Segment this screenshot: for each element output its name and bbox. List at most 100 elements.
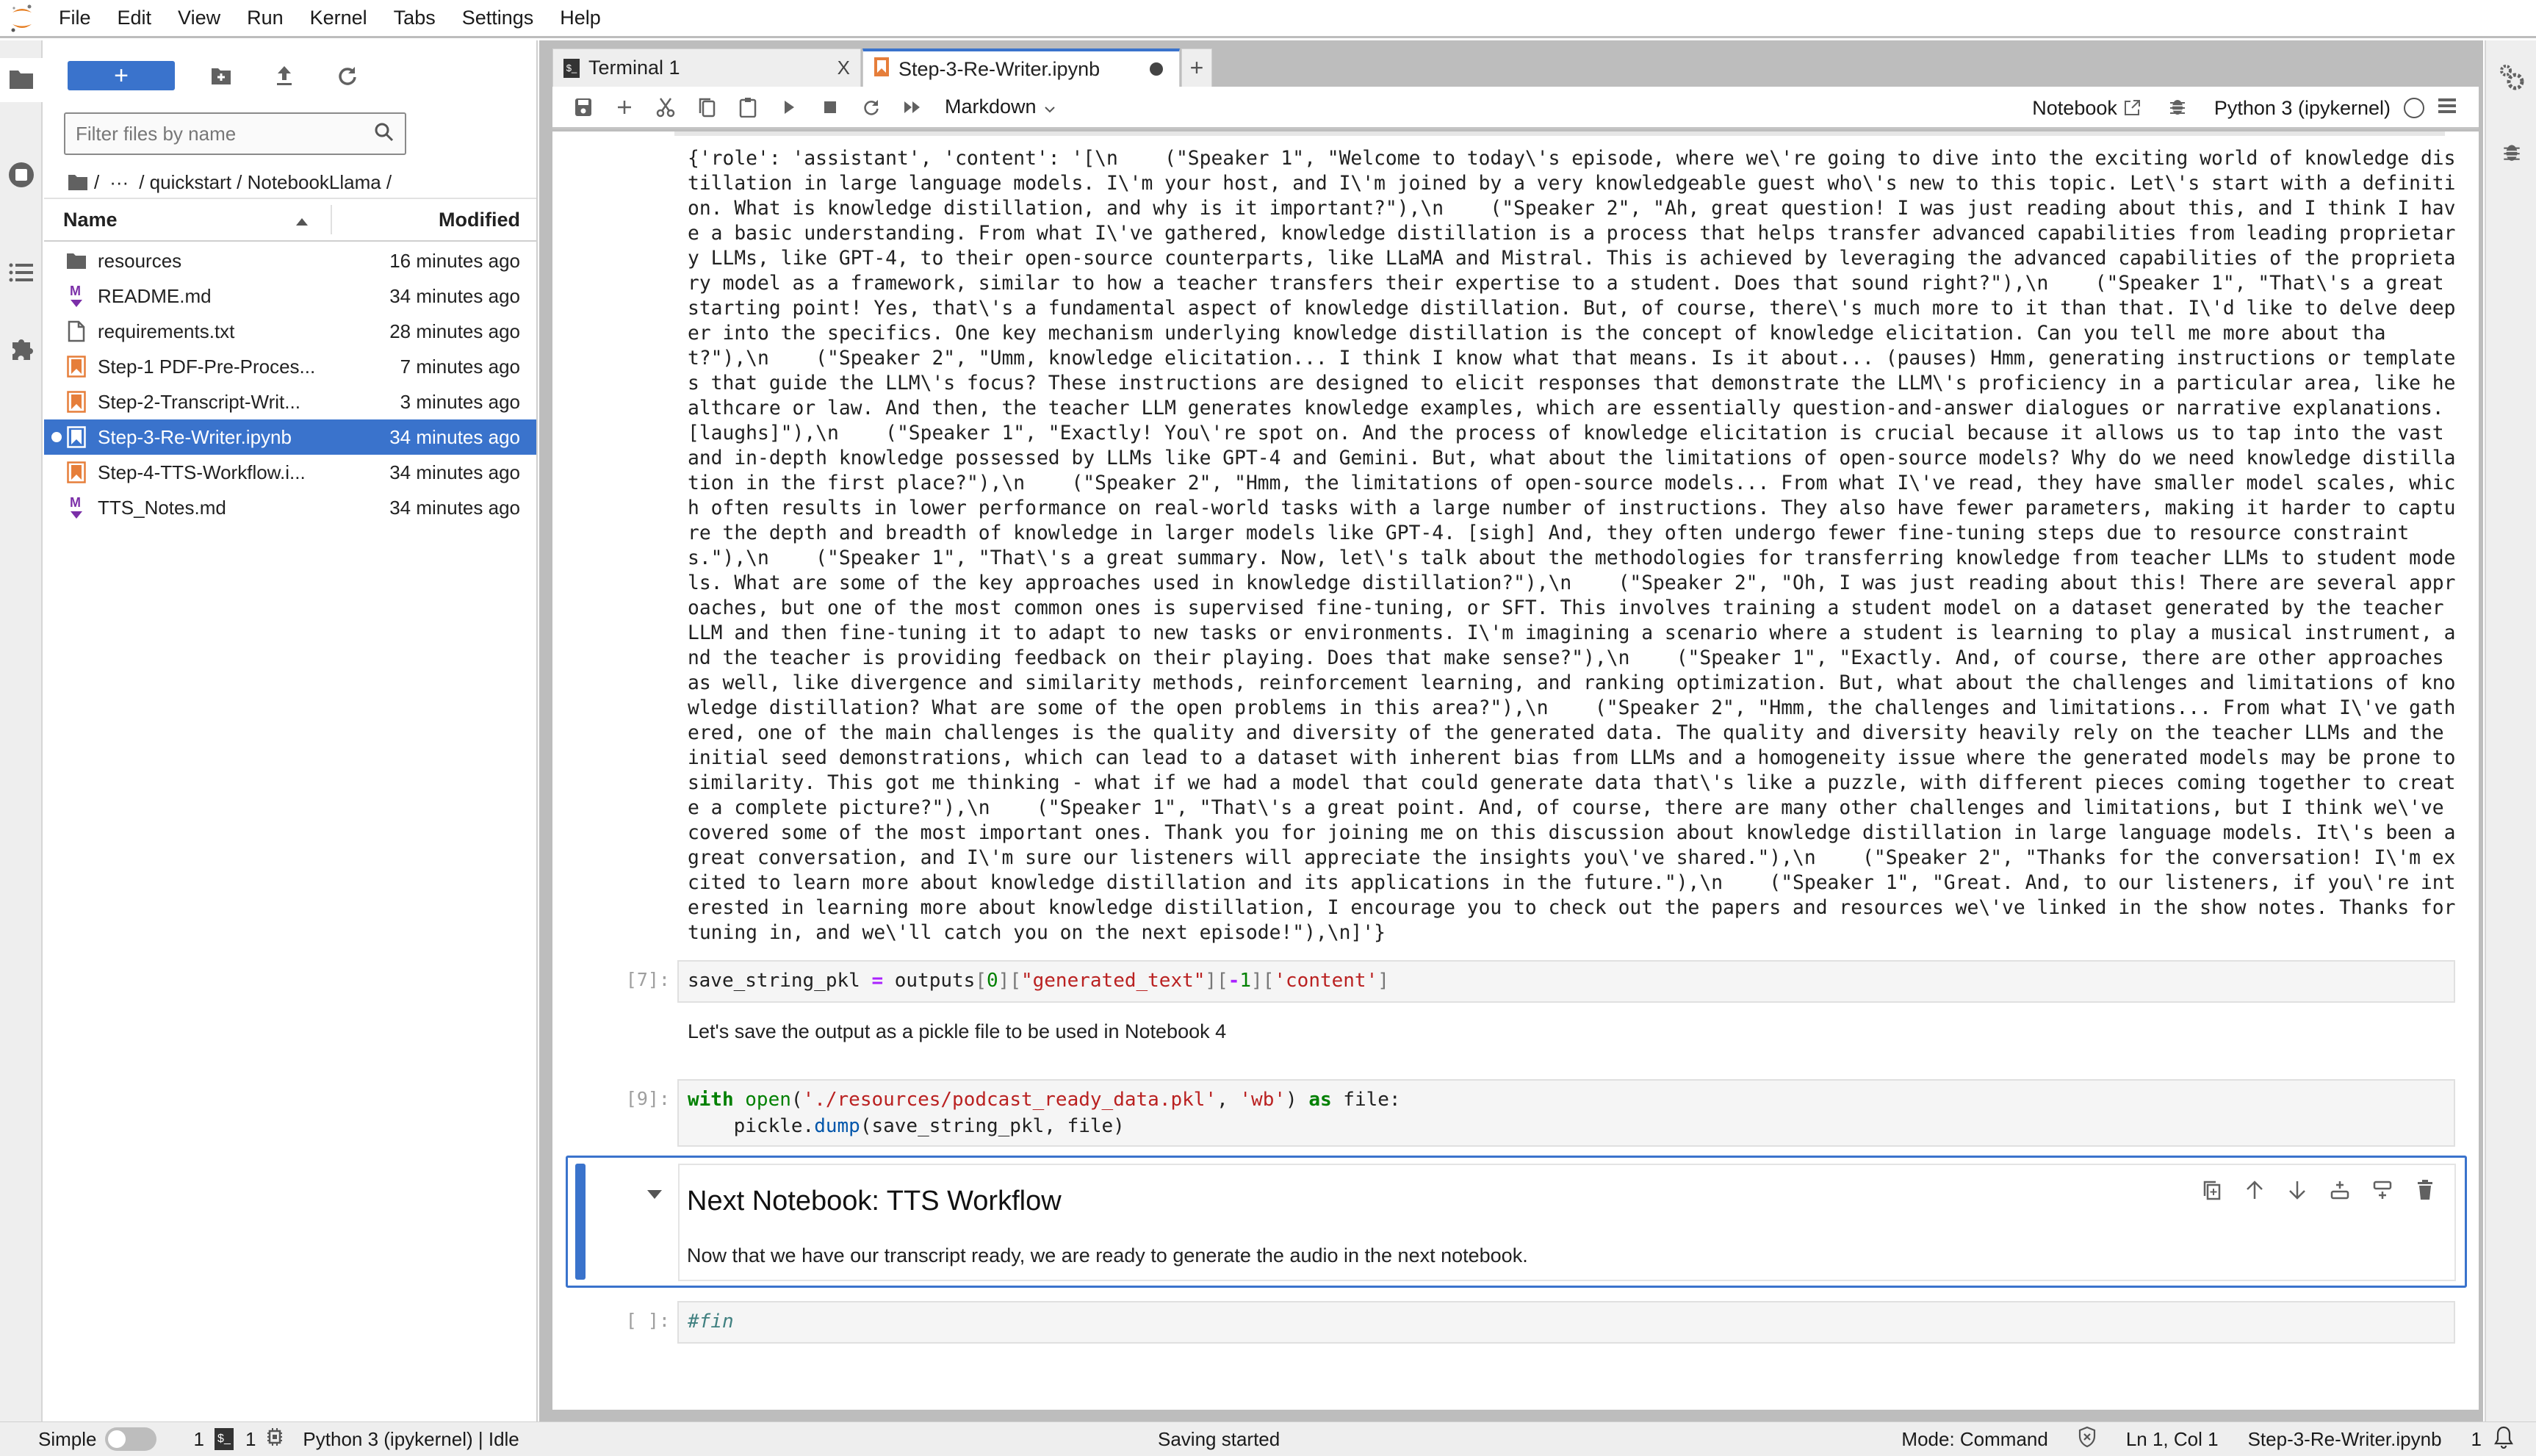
code-cell-9[interactable]: with open('./resources/podcast_ready_dat… <box>677 1079 2455 1147</box>
code-cell-fin[interactable]: #fin <box>677 1301 2455 1344</box>
file-filter-field[interactable] <box>64 112 406 155</box>
menu-view[interactable]: View <box>165 7 234 29</box>
file-row-step3[interactable]: Step-3-Re-Writer.ipynb 34 minutes ago <box>44 419 536 455</box>
breadcrumb-path[interactable]: / quickstart / NotebookLlama / <box>139 171 392 194</box>
save-button[interactable] <box>563 91 604 123</box>
notebook-icon <box>66 425 87 450</box>
running-sessions-tab[interactable] <box>4 159 38 193</box>
svg-text:M: M <box>70 495 81 510</box>
paste-icon <box>739 97 757 118</box>
menu-icon[interactable] <box>2438 97 2457 120</box>
debugger-tab[interactable] <box>2495 136 2529 170</box>
code-token: [ <box>1262 970 1275 992</box>
restart-icon <box>864 99 879 115</box>
name-column-header[interactable]: Name <box>44 205 332 234</box>
kernel-status[interactable]: Python 3 (ipykernel) | Idle <box>303 1428 519 1451</box>
duplicate-cell-button[interactable] <box>2199 1177 2225 1203</box>
move-cell-down-button[interactable] <box>2284 1177 2310 1203</box>
code-token: 'content' <box>1274 970 1378 992</box>
file-row-requirements[interactable]: requirements.txt 28 minutes ago <box>44 314 536 349</box>
cell-type-dropdown[interactable]: Markdown <box>945 95 1056 118</box>
active-markdown-cell[interactable]: Next Notebook: TTS Workflow Now that we … <box>566 1156 2467 1288</box>
fast-forward-icon <box>904 101 920 113</box>
tab-terminal-1[interactable]: $_ Terminal 1 X <box>552 48 861 87</box>
markdown-cell-pickle-note[interactable]: Let's save the output as a pickle file t… <box>688 1020 1226 1043</box>
run-cell-button[interactable] <box>768 91 810 123</box>
modified-column-header[interactable]: Modified <box>332 209 536 231</box>
file-row-step2[interactable]: Step-2-Transcript-Writ... 3 minutes ago <box>44 384 536 419</box>
folder-icon <box>66 248 87 273</box>
menu-run[interactable]: Run <box>234 7 297 29</box>
open-in-notebook-button[interactable]: Notebook <box>2032 97 2141 120</box>
terminals-count[interactable]: 1 <box>193 1428 203 1451</box>
menu-kernel[interactable]: Kernel <box>297 7 381 29</box>
insert-cell-above-button[interactable] <box>2327 1177 2353 1203</box>
refresh-button[interactable] <box>334 61 361 90</box>
kernel-name-button[interactable]: Python 3 (ipykernel) <box>2214 97 2391 120</box>
kernels-count[interactable]: 1 <box>245 1428 256 1451</box>
new-folder-button[interactable] <box>207 61 235 90</box>
status-message: Saving started <box>1158 1427 1280 1450</box>
upload-button[interactable] <box>270 61 298 90</box>
file-row-readme[interactable]: M README.md 34 minutes ago <box>44 278 536 314</box>
code-token: , <box>1217 1089 1240 1111</box>
menu-help[interactable]: Help <box>547 7 614 29</box>
code-cell-7[interactable]: save_string_pkl = outputs[0]["generated_… <box>677 960 2455 1003</box>
move-cell-up-button[interactable] <box>2241 1177 2268 1203</box>
restart-run-all-button[interactable] <box>892 91 933 123</box>
shield-x-icon[interactable] <box>2078 1426 2097 1453</box>
cut-button[interactable] <box>645 91 686 123</box>
cell-prompt-empty: [ ]: <box>625 1310 670 1331</box>
file-row-resources[interactable]: resources 16 minutes ago <box>44 243 536 278</box>
collapse-heading-icon[interactable] <box>647 1190 662 1199</box>
mode-indicator[interactable]: Mode: Command <box>1901 1428 2047 1451</box>
markdown-paragraph: Now that we have our transcript ready, w… <box>687 1244 1528 1266</box>
menu-file[interactable]: File <box>41 7 104 29</box>
menu-tabs[interactable]: Tabs <box>381 7 449 29</box>
code-token: with <box>688 1089 734 1111</box>
markdown-heading: Next Notebook: TTS Workflow <box>687 1186 1062 1217</box>
markdown-rendered-area[interactable]: Next Notebook: TTS Workflow Now that we … <box>678 1164 2456 1281</box>
sort-ascending-icon <box>295 209 309 231</box>
table-of-contents-tab[interactable] <box>4 257 38 291</box>
move-up-icon <box>2247 1181 2263 1199</box>
extensions-tab[interactable] <box>4 333 38 367</box>
new-launcher-button[interactable]: + <box>68 61 175 90</box>
unsaved-dot-icon[interactable] <box>1150 62 1163 76</box>
simple-mode-toggle[interactable] <box>105 1427 157 1451</box>
close-tab-button[interactable]: X <box>837 57 850 79</box>
insert-cell-below-button[interactable] <box>2369 1177 2396 1203</box>
breadcrumb-ellipsis[interactable]: ··· <box>109 171 129 194</box>
interrupt-kernel-button[interactable] <box>810 91 851 123</box>
menu-edit[interactable]: Edit <box>104 7 165 29</box>
new-folder-icon <box>212 68 231 84</box>
file-row-tts-notes[interactable]: M TTS_Notes.md 34 minutes ago <box>44 490 536 525</box>
status-bar: Simple 1 $_ 1 Python 3 (ipykernel) | Idl… <box>0 1421 2536 1456</box>
menu-bar: File Edit View Run Kernel Tabs Settings … <box>0 0 2536 38</box>
code-token: 'wb' <box>1239 1089 1286 1111</box>
cursor-position[interactable]: Ln 1, Col 1 <box>2126 1428 2219 1451</box>
file-row-step4[interactable]: Step-4-TTS-Workflow.i... 34 minutes ago <box>44 455 536 490</box>
file-row-step1[interactable]: Step-1 PDF-Pre-Proces... 7 minutes ago <box>44 349 536 384</box>
code-token: dump <box>814 1115 860 1137</box>
play-icon <box>785 100 794 114</box>
breadcrumb-home[interactable]: / <box>68 171 99 194</box>
tab-step3-notebook[interactable]: Step-3-Re-Writer.ipynb <box>862 48 1180 87</box>
text-file-icon <box>66 319 87 344</box>
new-tab-button[interactable]: + <box>1181 48 1212 87</box>
delete-cell-button[interactable] <box>2412 1177 2438 1203</box>
property-inspector-tab[interactable] <box>2495 62 2529 96</box>
active-cell-indicator[interactable] <box>575 1164 586 1280</box>
menu-settings[interactable]: Settings <box>449 7 547 29</box>
insert-cell-button[interactable] <box>604 91 645 123</box>
copy-button[interactable] <box>686 91 727 123</box>
restart-kernel-button[interactable] <box>851 91 892 123</box>
code-token: - <box>1228 970 1240 992</box>
file-browser-tab[interactable] <box>0 58 43 102</box>
code-token: ] <box>998 970 1010 992</box>
debugger-toggle[interactable] <box>2169 95 2186 121</box>
bell-icon[interactable] <box>2493 1425 2514 1454</box>
file-filter-input[interactable] <box>76 122 374 145</box>
paste-button[interactable] <box>727 91 768 123</box>
notebook-body[interactable]: {'role': 'assistant', 'content': '[\n ("… <box>552 131 2479 1410</box>
